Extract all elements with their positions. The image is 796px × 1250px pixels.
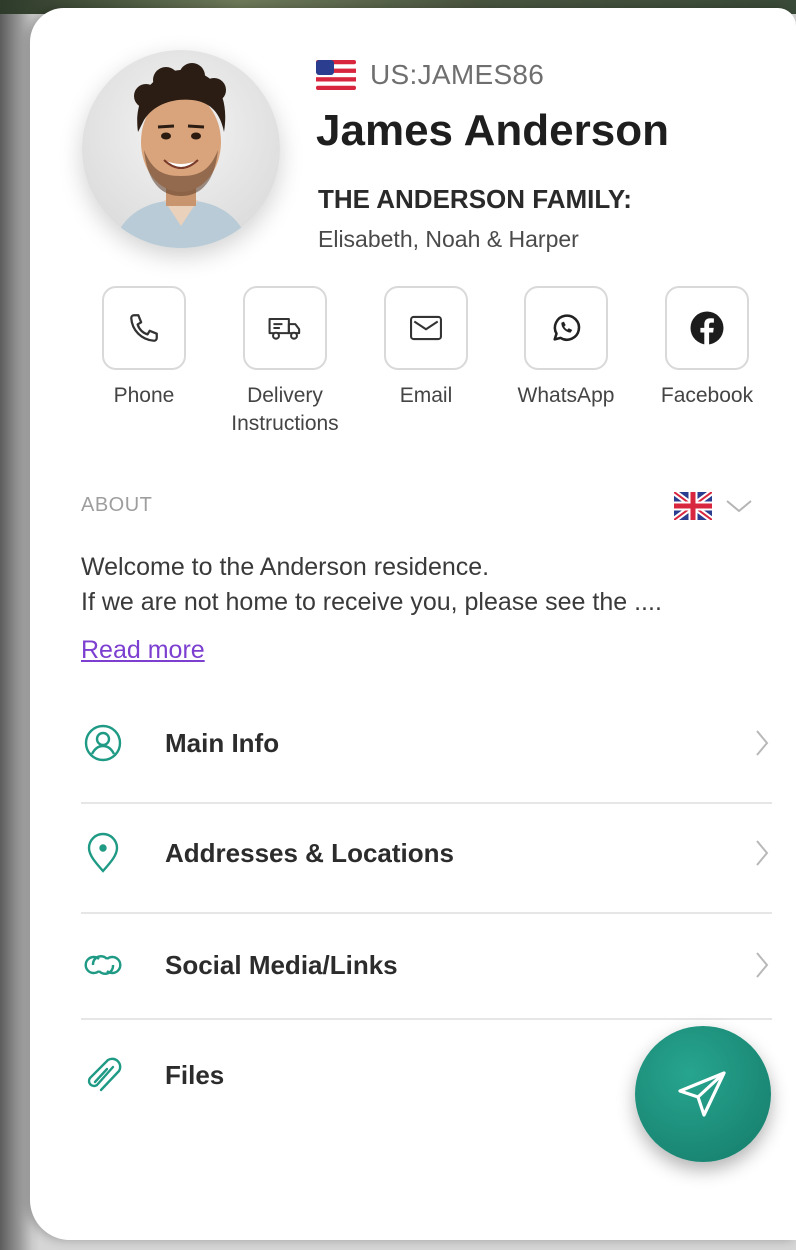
- delivery-instructions-label: Delivery Instructions: [231, 384, 339, 435]
- delivery-instructions-action[interactable]: Delivery Instructions: [215, 286, 355, 438]
- menu-item-label: Social Media/Links: [165, 949, 398, 980]
- chevron-down-icon: [726, 500, 752, 513]
- menu-item-label: Addresses & Locations: [165, 837, 454, 868]
- truck-icon: [268, 317, 301, 340]
- about-line-2: If we are not home to receive you, pleas…: [81, 588, 662, 616]
- email-button[interactable]: [384, 286, 468, 370]
- profile-card: US:JAMES86 James Anderson THE ANDERSON F…: [30, 8, 796, 1240]
- menu-item-social-media[interactable]: Social Media/Links: [81, 910, 772, 1020]
- facebook-button[interactable]: [665, 286, 749, 370]
- user-circle-icon: [81, 721, 125, 765]
- facebook-action[interactable]: Facebook: [637, 286, 777, 410]
- phone-icon: [130, 314, 158, 342]
- chevron-right-icon: [756, 840, 769, 866]
- location-pin-icon: [81, 831, 125, 875]
- profile-name: James Anderson: [316, 106, 669, 155]
- facebook-icon: [690, 311, 724, 345]
- us-flag-icon: [316, 60, 356, 90]
- language-selector[interactable]: [674, 492, 754, 520]
- about-text: Welcome to the Anderson residence. If we…: [81, 550, 662, 620]
- link-icon: [81, 943, 125, 987]
- user-handle-row: US:JAMES86: [316, 58, 544, 92]
- whatsapp-label: WhatsApp: [517, 384, 615, 407]
- facebook-label: Facebook: [660, 384, 754, 407]
- phone-action[interactable]: Phone: [74, 286, 214, 410]
- user-handle: US:JAMES86: [370, 59, 545, 90]
- send-icon: [678, 1071, 726, 1117]
- family-title: THE ANDERSON FAMILY:: [318, 184, 632, 214]
- email-action[interactable]: Email: [356, 286, 496, 410]
- avatar: [82, 50, 280, 248]
- contact-actions: Phone Delivery Instructions Email WhatsA…: [30, 286, 796, 446]
- family-members: Elisabeth, Noah & Harper: [318, 226, 579, 252]
- mail-icon: [410, 315, 442, 341]
- about-heading: ABOUT: [81, 494, 153, 516]
- paperclip-icon: [81, 1053, 125, 1097]
- delivery-instructions-button[interactable]: [243, 286, 327, 370]
- about-line-1: Welcome to the Anderson residence.: [81, 553, 490, 581]
- phone-label: Phone: [113, 384, 175, 407]
- menu-item-label: Main Info: [165, 727, 280, 758]
- whatsapp-button[interactable]: [524, 286, 608, 370]
- whatsapp-icon: [553, 314, 581, 341]
- chevron-right-icon: [756, 952, 769, 978]
- phone-button[interactable]: [102, 286, 186, 370]
- chevron-right-icon: [756, 730, 769, 756]
- uk-flag-icon: [674, 492, 712, 520]
- menu-item-addresses[interactable]: Addresses & Locations: [81, 798, 772, 908]
- send-fab[interactable]: [635, 1026, 771, 1162]
- whatsapp-action[interactable]: WhatsApp: [496, 286, 636, 410]
- menu-item-main-info[interactable]: Main Info: [81, 688, 772, 798]
- email-label: Email: [399, 384, 453, 407]
- read-more-link[interactable]: Read more: [81, 636, 205, 665]
